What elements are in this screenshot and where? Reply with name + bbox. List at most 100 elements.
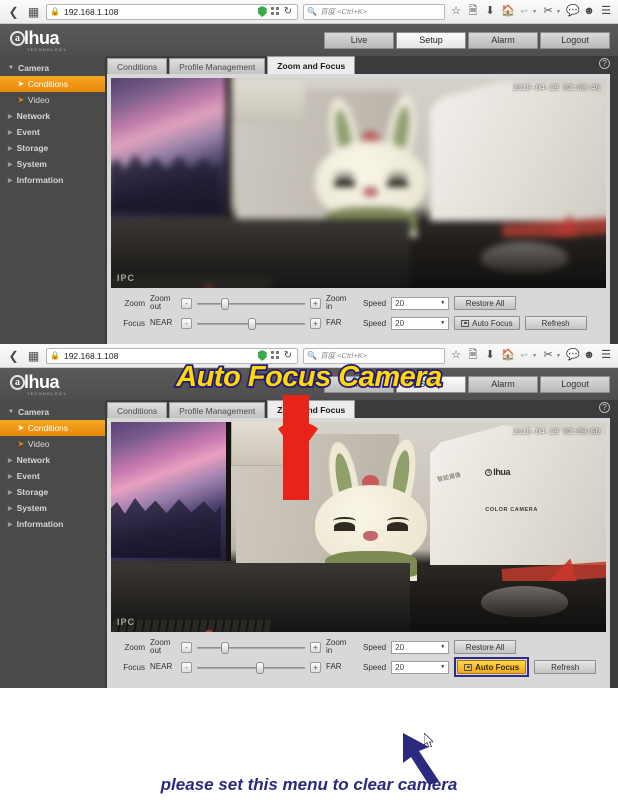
tab-zoom-and-focus-2[interactable]: Zoom and Focus [267,400,356,418]
reader-view-icon[interactable]: 🗎 [467,6,479,17]
zoom-speed-select-2[interactable]: 20 ▼ [391,640,450,654]
restore-all-button-2[interactable]: Restore All [454,640,517,654]
video-preview-bottom[interactable]: 智能摄像 a lhua COLOR CAMERA 2015-04-19 02:0… [111,422,606,632]
zoom-speed-select[interactable]: 20 ▼ [391,296,450,310]
help-icon-2[interactable]: ? [599,402,610,413]
video-preview-top[interactable]: 2015-04-19 02:08:46 IPC [111,78,606,288]
chevron-down-icon-2[interactable]: ▼ [556,9,561,15]
hamburger-menu-icon[interactable]: ☰ [600,6,612,17]
tab-conditions-2[interactable]: Conditions [107,402,168,418]
download-arrow-icon-2[interactable]: ⬇ [484,350,496,361]
lock-icon: 🔒 [50,7,60,16]
feedback-icon[interactable]: ☻ [583,6,595,17]
app-body-top: ▼ Camera ➤ Conditions ➤ Video ▶ Network … [0,56,618,344]
zoom-plus-button-2[interactable]: + [310,641,321,653]
reload-icon-2[interactable]: ↻ [284,350,292,361]
chat-icon-2[interactable]: 💬 [566,350,580,361]
zoom-plus-button[interactable]: + [310,297,321,309]
sidebar-label-storage: Storage [16,143,49,153]
nav-button-setup[interactable]: Setup [396,31,466,49]
focus-minus-button-2[interactable]: - [181,661,192,673]
shield-icon[interactable] [257,6,267,17]
content-area-bottom: Conditions Profile Management Zoom and F… [105,400,618,688]
sidebar-item-network[interactable]: ▶ Network [0,108,105,124]
sidebar-label-information: Information [16,175,64,185]
zoom-minus-button-2[interactable]: - [181,641,192,653]
focus-slider-knob[interactable] [247,317,256,330]
chat-icon[interactable]: 💬 [566,6,580,17]
focus-slider-knob-2[interactable] [256,661,265,674]
screenshot-icon[interactable]: ✂ [542,6,554,17]
hamburger-menu-icon-2[interactable]: ☰ [600,350,612,361]
undo-icon[interactable]: ↩ [518,7,530,16]
restore-all-button[interactable]: Restore All [454,296,517,310]
address-bar-top[interactable]: 🔒 192.168.1.108 ↻ [46,3,299,20]
focus-minus-button[interactable]: - [181,317,192,329]
grid-icon[interactable] [270,7,280,16]
search-bar-top[interactable]: 🔍 百度 <Ctrl+K> [303,3,446,20]
zoom-slider-knob[interactable] [220,297,229,310]
sidebar-item-system-2[interactable]: ▶ System [0,500,105,516]
sidebar-item-video-2[interactable]: ➤ Video [0,436,105,452]
sidebar-item-system[interactable]: ▶ System [0,156,105,172]
bookmark-star-icon-2[interactable]: ☆ [450,350,462,361]
home-button-icon[interactable]: 🏠 [501,6,515,17]
sidebar-bottom: ▼ Camera ➤ Conditions ➤ Video ▶ Network … [0,400,105,688]
refresh-button-2[interactable]: Refresh [534,660,597,674]
tab-profile-management[interactable]: Profile Management [169,58,266,74]
shield-icon-2[interactable] [257,350,267,361]
back-arrow-icon[interactable]: ❮ [6,4,21,19]
chevron-down-icon[interactable]: ▼ [532,9,537,15]
bookmark-star-icon[interactable]: ☆ [450,6,462,17]
chevron-down-icon-4[interactable]: ▼ [556,353,561,359]
sidebar-item-information[interactable]: ▶ Information [0,172,105,188]
focus-plus-button[interactable]: + [310,317,321,329]
far-label-2: FAR [326,661,342,671]
nav-button-live[interactable]: Live [324,31,394,49]
zoom-slider-knob-2[interactable] [220,641,229,654]
home-button-icon-2[interactable]: 🏠 [501,350,515,361]
sidebar-item-network-2[interactable]: ▶ Network [0,452,105,468]
grid-icon-2[interactable] [270,351,280,360]
chevron-down-icon-3[interactable]: ▼ [532,353,537,359]
chevron-down-icon-5: ▼ [8,409,14,415]
sidebar-item-storage-2[interactable]: ▶ Storage [0,484,105,500]
screenshot-icon-2[interactable]: ✂ [542,350,554,361]
reload-icon[interactable]: ↻ [284,6,292,17]
help-icon[interactable]: ? [599,58,610,69]
zoom-slider-top[interactable] [197,297,305,310]
focus-speed-select[interactable]: 20 ▼ [391,316,450,330]
tab-zoom-and-focus[interactable]: Zoom and Focus [267,56,356,74]
chevron-right-icon-14: ▶ [8,521,13,528]
auto-focus-button[interactable]: Auto Focus [454,316,520,330]
focus-speed-select-2[interactable]: 20 ▼ [391,660,450,674]
undo-icon-2[interactable]: ↩ [518,351,530,360]
home-icon[interactable]: ▦ [26,4,41,19]
sidebar-item-conditions-2[interactable]: ➤ Conditions [0,420,105,436]
sidebar-item-conditions[interactable]: ➤ Conditions [0,76,105,92]
sidebar-item-event-2[interactable]: ▶ Event [0,468,105,484]
sidebar-item-camera[interactable]: ▼ Camera [0,60,105,76]
feedback-icon-2[interactable]: ☻ [583,350,595,361]
sidebar-item-event[interactable]: ▶ Event [0,124,105,140]
sidebar-item-storage[interactable]: ▶ Storage [0,140,105,156]
nav-button-alarm[interactable]: Alarm [468,31,538,49]
reader-view-icon-2[interactable]: 🗎 [467,350,479,361]
focus-slider-top[interactable] [197,317,305,330]
zoom-slider-bottom[interactable] [197,641,305,654]
focus-plus-button-2[interactable]: + [310,661,321,673]
zoom-in-label: Zoom in [326,293,347,311]
zoom-minus-button[interactable]: - [181,297,192,309]
tab-profile-management-2[interactable]: Profile Management [169,402,266,418]
auto-focus-button-2[interactable]: Auto Focus [457,660,527,674]
sidebar-item-camera-2[interactable]: ▼ Camera [0,404,105,420]
sidebar-item-video[interactable]: ➤ Video [0,92,105,108]
nav-button-logout[interactable]: Logout [540,31,610,49]
tab-conditions[interactable]: Conditions [107,58,168,74]
auto-focus-icon [461,319,470,327]
refresh-button[interactable]: Refresh [524,316,587,330]
sidebar-item-information-2[interactable]: ▶ Information [0,516,105,532]
sidebar-label-video: Video [27,95,50,105]
download-arrow-icon[interactable]: ⬇ [484,6,496,17]
focus-slider-bottom[interactable] [197,661,305,674]
